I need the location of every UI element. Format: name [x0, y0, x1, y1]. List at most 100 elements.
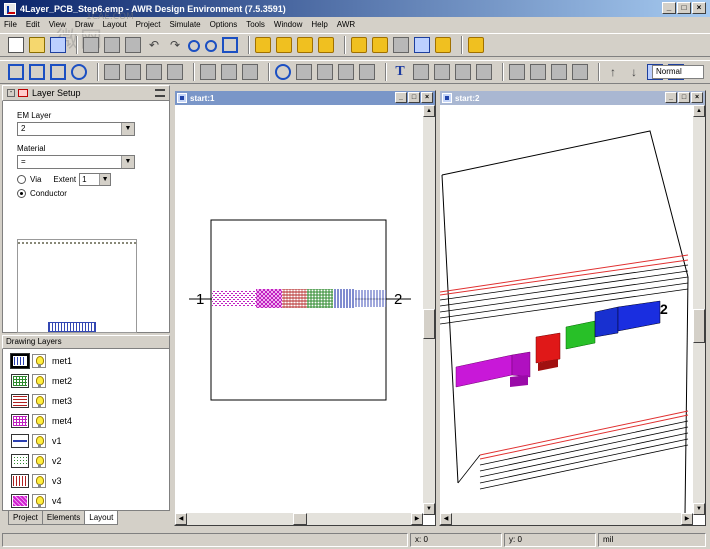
- visibility-bulb-icon[interactable]: [32, 474, 46, 488]
- tab-project[interactable]: Project: [8, 511, 43, 525]
- scroll-up-icon[interactable]: ▲: [693, 105, 705, 117]
- visibility-bulb-icon[interactable]: [32, 494, 46, 508]
- minimize-button[interactable]: _: [662, 2, 676, 14]
- trace-segment-met1-b[interactable]: [355, 290, 386, 307]
- grid-icon[interactable]: [296, 64, 312, 80]
- flip-icon[interactable]: [317, 64, 333, 80]
- copy-icon[interactable]: [104, 37, 120, 53]
- simulate-icon[interactable]: [351, 37, 367, 53]
- align-bottom-icon[interactable]: [167, 64, 183, 80]
- scroll-right-icon[interactable]: ▶: [411, 513, 423, 525]
- visibility-bulb-icon[interactable]: [32, 354, 46, 368]
- scroll-left-icon[interactable]: ◀: [440, 513, 452, 525]
- zoom-fit-icon[interactable]: [222, 37, 238, 53]
- material-combo[interactable]: = ▼: [17, 155, 135, 169]
- draw-rectangle-icon[interactable]: [8, 64, 24, 80]
- layer-swatch-v3[interactable]: [11, 474, 29, 488]
- layer-swatch-v4[interactable]: [11, 494, 29, 508]
- vars-icon[interactable]: [435, 37, 451, 53]
- zoom-out-icon[interactable]: [205, 40, 217, 52]
- add-schematic-icon[interactable]: [255, 37, 271, 53]
- visibility-bulb-icon[interactable]: [32, 374, 46, 388]
- draw-polygon-icon[interactable]: [29, 64, 45, 80]
- add-layout-icon[interactable]: [276, 37, 292, 53]
- layout-vertical-scrollbar[interactable]: ▲ ▼: [423, 105, 435, 515]
- menu-help[interactable]: Help: [311, 20, 327, 29]
- layer-row-v4[interactable]: v4: [3, 491, 169, 511]
- draw-ellipse-icon[interactable]: [71, 64, 87, 80]
- trace-segment-met2[interactable]: [307, 289, 333, 308]
- help-icon[interactable]: [468, 37, 484, 53]
- tune-icon[interactable]: [372, 37, 388, 53]
- scroll-left-icon[interactable]: ◀: [175, 513, 187, 525]
- redo-icon[interactable]: ↷: [167, 37, 183, 53]
- menu-edit[interactable]: Edit: [26, 20, 40, 29]
- layout-vscroll-thumb[interactable]: [423, 309, 435, 339]
- draw-path-icon[interactable]: [50, 64, 66, 80]
- visibility-bulb-icon[interactable]: [32, 394, 46, 408]
- align-top-icon[interactable]: [146, 64, 162, 80]
- menu-tools[interactable]: Tools: [246, 20, 265, 29]
- edit-vertex-icon[interactable]: [572, 64, 588, 80]
- scroll-down-icon[interactable]: ▼: [693, 503, 705, 515]
- add-em-structure-icon[interactable]: [297, 37, 313, 53]
- scroll-right-icon[interactable]: ▶: [681, 513, 693, 525]
- view-3d-canvas[interactable]: 2: [440, 105, 693, 515]
- new-document-icon[interactable]: [8, 37, 24, 53]
- via-radio[interactable]: [17, 175, 26, 184]
- visibility-bulb-icon[interactable]: [32, 434, 46, 448]
- tab-elements[interactable]: Elements: [41, 511, 86, 525]
- layout-maximize-button[interactable]: □: [408, 92, 420, 103]
- measure-icon[interactable]: [509, 64, 525, 80]
- 3d-maximize-button[interactable]: □: [678, 92, 690, 103]
- stack-icon[interactable]: [530, 64, 546, 80]
- save-icon[interactable]: [50, 37, 66, 53]
- extent-combo[interactable]: 1 ▼: [79, 173, 112, 186]
- 3d-vertical-scrollbar[interactable]: ▲ ▼: [693, 105, 705, 515]
- 3d-close-button[interactable]: ×: [691, 92, 703, 103]
- layout-close-button[interactable]: ×: [421, 92, 433, 103]
- undo-icon[interactable]: ↶: [146, 37, 162, 53]
- zoom-in-icon[interactable]: [188, 40, 200, 52]
- port-icon[interactable]: [413, 64, 429, 80]
- snap-icon[interactable]: [275, 64, 291, 80]
- layer-row-met4[interactable]: met4: [3, 411, 169, 431]
- intersect-icon[interactable]: [242, 64, 258, 80]
- layer-row-met3[interactable]: met3: [3, 391, 169, 411]
- add-graph-icon[interactable]: [318, 37, 334, 53]
- ruler-icon[interactable]: [455, 64, 471, 80]
- layer-row-met2[interactable]: met2: [3, 371, 169, 391]
- layer-swatch-met2[interactable]: [11, 374, 29, 388]
- layer-swatch-met3[interactable]: [11, 394, 29, 408]
- 3d-minimize-button[interactable]: _: [665, 92, 677, 103]
- trace-3d-met4-a[interactable]: [455, 354, 513, 388]
- layer-swatch-v2[interactable]: [11, 454, 29, 468]
- pin-icon[interactable]: [155, 89, 165, 97]
- layer-row-v2[interactable]: v2: [3, 451, 169, 471]
- trace-3d-met1-a[interactable]: [594, 306, 619, 338]
- trace-3d[interactable]: 2: [455, 300, 668, 388]
- 3d-horizontal-scrollbar[interactable]: ◀ ▶: [440, 513, 693, 525]
- menu-file[interactable]: File: [4, 20, 17, 29]
- trace-3d-met1-b[interactable]: [617, 300, 661, 332]
- scroll-up-icon[interactable]: ▲: [423, 105, 435, 117]
- union-icon[interactable]: [200, 64, 216, 80]
- collapse-icon[interactable]: -: [7, 89, 15, 97]
- array-icon[interactable]: [359, 64, 375, 80]
- rotate-icon[interactable]: [338, 64, 354, 80]
- maximize-button[interactable]: □: [677, 2, 691, 14]
- close-button[interactable]: ×: [692, 2, 706, 14]
- mode-select[interactable]: Normal: [652, 65, 704, 79]
- visibility-bulb-icon[interactable]: [32, 454, 46, 468]
- scroll-down-icon[interactable]: ▼: [423, 503, 435, 515]
- trace-segment-met1-a[interactable]: [333, 289, 355, 308]
- chevron-down-icon[interactable]: ▼: [121, 123, 134, 135]
- via-icon[interactable]: [476, 64, 492, 80]
- trace-3d-met4-b[interactable]: [511, 351, 531, 378]
- layout-2d-canvas[interactable]: 1 2: [175, 105, 423, 515]
- open-folder-icon[interactable]: [29, 37, 45, 53]
- menu-project[interactable]: Project: [136, 20, 161, 29]
- align-right-icon[interactable]: [125, 64, 141, 80]
- 3d-vscroll-thumb[interactable]: [693, 309, 705, 343]
- menu-window[interactable]: Window: [274, 20, 302, 29]
